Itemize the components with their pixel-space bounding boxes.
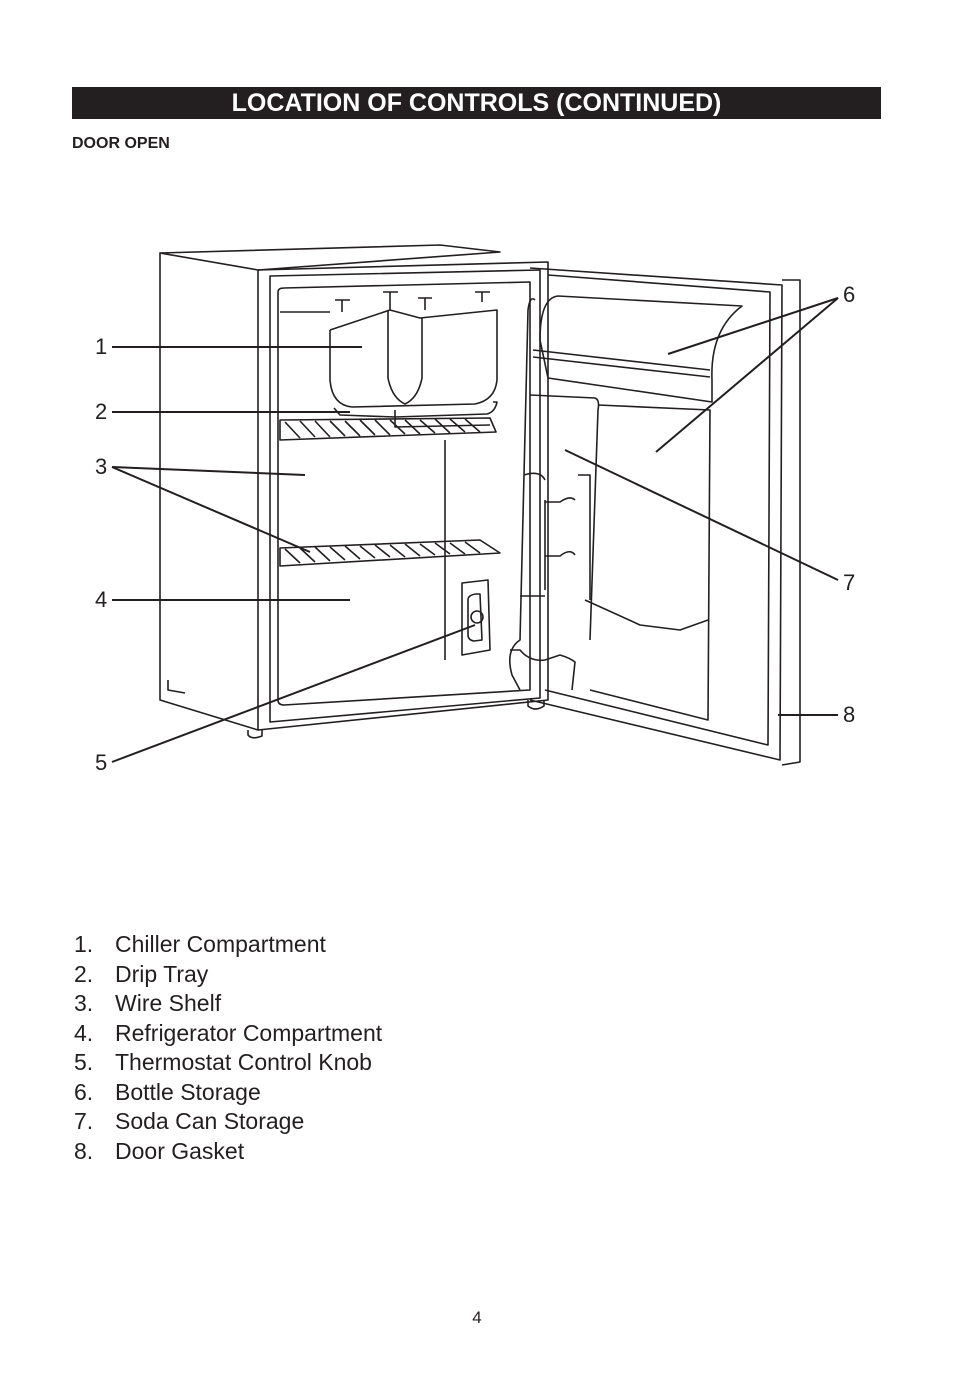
manual-page: LOCATION OF CONTROLS (CONTINUED) DOOR OP…	[0, 0, 954, 1392]
callout-2: 2	[95, 399, 108, 424]
leader-6b	[655, 297, 839, 453]
legend-item: 7. Soda Can Storage	[74, 1108, 305, 1134]
callout-lines	[111, 297, 839, 763]
callout-6: 6	[843, 282, 856, 307]
refrigerator-door-open-diagram	[111, 244, 839, 766]
legend-item: 4. Refrigerator Compartment	[74, 1019, 383, 1046]
parts-legend: 1. Chiller Compartment 2. Drip Tray 3. Wire…	[74, 930, 382, 1166]
page-number: 4	[472, 1308, 482, 1327]
leader-6a	[667, 297, 839, 355]
legend-item: 8. Door Gasket	[74, 1137, 245, 1164]
callout-3: 3	[95, 454, 108, 479]
legend-item: 1. Chiller Compartment	[74, 931, 326, 957]
callout-1: 1	[95, 334, 108, 359]
callout-7: 7	[843, 570, 856, 595]
callout-8: 8	[843, 702, 856, 727]
door[interactable]	[509, 267, 801, 766]
wire-shelf-top	[279, 417, 497, 441]
thermostat-control-knob[interactable]	[461, 579, 491, 656]
legend-item: 2. Drip Tray	[74, 960, 209, 987]
leader-3b	[111, 466, 311, 553]
callout-4: 4	[95, 587, 108, 612]
cabinet	[159, 244, 549, 739]
chiller-compartment	[280, 291, 498, 408]
callout-5: 5	[95, 750, 108, 775]
legend-item: 6. Bottle Storage	[74, 1078, 261, 1105]
leader-5	[111, 624, 476, 763]
legend-item: 5. Thermostat Control Knob	[74, 1049, 372, 1075]
legend-item: 3. Wire Shelf	[74, 990, 222, 1016]
leader-7	[564, 449, 839, 581]
leader-3a	[111, 466, 306, 476]
